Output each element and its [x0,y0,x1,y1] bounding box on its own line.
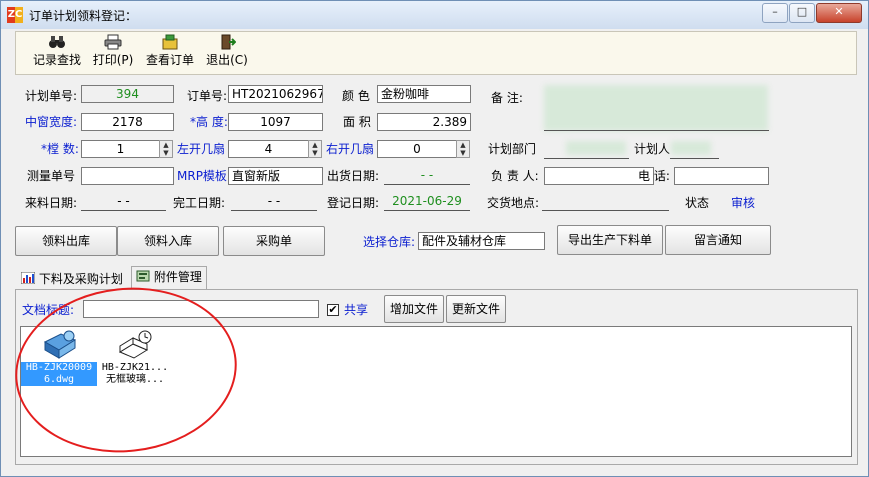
order-no-label: 订单号: [187,89,228,103]
delivery-place-field[interactable] [542,210,669,211]
tab-attachment-management[interactable]: 附件管理 [131,266,207,291]
doc-title-label: 文档标题: [22,303,75,317]
order-no-field[interactable]: HT2021062967 [228,85,323,103]
remark-underline [544,130,769,131]
maximize-button[interactable]: □ [789,3,815,23]
left-sash-field[interactable]: 4 [228,140,309,158]
order-box-icon [140,34,200,52]
chart-icon [20,270,36,290]
file-item[interactable]: HB-ZJK21... 无框玻璃... [97,330,173,386]
ship-date-field[interactable]: - - [384,167,470,185]
remark-label: 备 注: [491,91,523,105]
sash-count-field[interactable]: 1 [81,140,160,158]
update-file-button[interactable]: 更新文件 [446,295,506,323]
material-in-button[interactable]: 领料入库 [117,226,219,256]
reg-date-field: 2021-06-29 [384,193,470,211]
plan-no-label: 计划单号: [25,89,78,103]
ship-date-label: 出货日期: [327,169,380,183]
reg-date-label: 登记日期: [327,196,380,210]
right-sash-label: 右开几扇 [326,142,375,156]
app-logo-icon: ZC [7,7,23,23]
exit-label: 退出(C) [206,53,248,67]
dwg-file-icon [41,330,77,360]
measure-no-label: 测量单号 [27,169,76,183]
share-checkbox[interactable]: ✔ [327,304,339,316]
phone-label: 电 话: [638,169,670,183]
phone-field[interactable] [674,167,769,185]
color-field[interactable]: 金粉咖啡 [377,85,471,103]
doc-title-field[interactable] [83,300,319,318]
file-name-line2: 无框玻璃... [105,374,165,385]
color-label: 颜 色 [342,89,370,103]
remark-redacted-area [544,85,768,131]
file-item[interactable]: HB-ZJK20009 6.dwg [21,330,97,386]
window-width-field[interactable]: 2178 [81,113,174,131]
toolbar: 记录查找 打印(P) 查看订单 退出(C) [15,31,857,75]
sash-count-spinner[interactable]: ▲ ▼ [159,140,173,158]
view-order-button[interactable]: 查看订单 [140,34,200,72]
file-name-line1: HB-ZJK21... [101,362,169,373]
finish-date-field[interactable]: - - [231,193,317,211]
planner-label: 计划人 [634,142,671,156]
book-clock-icon [117,330,153,360]
export-production-button[interactable]: 导出生产下料单 [557,225,663,255]
minimize-button[interactable]: – [762,3,788,23]
printer-icon [84,34,142,52]
find-record-label: 记录查找 [32,53,81,67]
arrival-date-field[interactable]: - - [81,193,166,211]
plan-dept-underline [544,158,629,159]
tab-attachment-management-label: 附件管理 [153,270,202,284]
area-label: 面 积 [343,115,371,129]
status-value: 审核 [731,196,756,210]
binoculars-icon [28,34,86,52]
plan-dept-redacted [566,141,626,155]
delivery-place-label: 交货地点: [487,196,540,210]
left-sash-spinner[interactable]: ▲ ▼ [308,140,322,158]
find-record-button[interactable]: 记录查找 [28,34,86,72]
arrival-date-label: 来料日期: [25,196,78,210]
exit-door-icon [198,34,256,52]
title-bar: ZC 订单计划领料登记： – □ ✕ [1,1,868,29]
right-sash-field[interactable]: 0 [377,140,457,158]
warehouse-label: 选择仓库: [363,235,416,249]
responsible-label: 负 责 人: [491,169,539,183]
file-list: HB-ZJK20009 6.dwg HB-ZJK21... 无框玻璃... [20,326,852,457]
warehouse-field[interactable]: 配件及辅材仓库 [418,232,545,250]
print-label: 打印(P) [92,53,134,67]
area-field[interactable]: 2.389 [377,113,471,131]
app-window: ZC 订单计划领料登记： – □ ✕ 记录查找 打印(P) 查看订单 退出(C)… [0,0,869,477]
message-notify-button[interactable]: 留言通知 [665,225,771,255]
finish-date-label: 完工日期: [173,196,226,210]
attachment-panel: 文档标题: ✔ 共享 增加文件 更新文件 HB-ZJK20009 6.dwg H… [15,289,858,465]
purchase-order-button[interactable]: 采购单 [223,226,325,256]
measure-no-field[interactable] [81,167,174,185]
print-button[interactable]: 打印(P) [84,34,142,72]
exit-button[interactable]: 退出(C) [198,34,256,72]
material-out-button[interactable]: 领料出库 [15,226,117,256]
plan-no-field: 394 [81,85,174,103]
status-label: 状态 [685,196,710,210]
tab-material-purchase-plan[interactable]: 下料及采购计划 [17,269,131,291]
mrp-template-field[interactable]: 直窗新版 [228,167,323,185]
sash-count-label: *樘 数: [41,142,79,156]
view-order-label: 查看订单 [145,53,194,67]
mrp-template-label: MRP模板 [177,169,227,183]
height-label: *高 度: [190,115,228,129]
left-sash-label: 左开几扇 [177,142,226,156]
attachment-icon [136,268,150,288]
window-width-label: 中窗宽度: [25,115,78,129]
planner-redacted [671,141,711,155]
file-name-line2: 6.dwg [21,374,97,386]
window-title: 订单计划领料登记： [29,9,138,23]
planner-underline [670,158,719,159]
tab-material-purchase-plan-label: 下料及采购计划 [38,272,123,286]
right-sash-spinner[interactable]: ▲ ▼ [456,140,470,158]
add-file-button[interactable]: 增加文件 [384,295,444,323]
share-label: 共享 [344,303,369,317]
height-field[interactable]: 1097 [228,113,323,131]
plan-dept-label: 计划部门 [488,142,537,156]
file-name-line1: HB-ZJK20009 [21,362,97,374]
close-button[interactable]: ✕ [816,3,862,23]
